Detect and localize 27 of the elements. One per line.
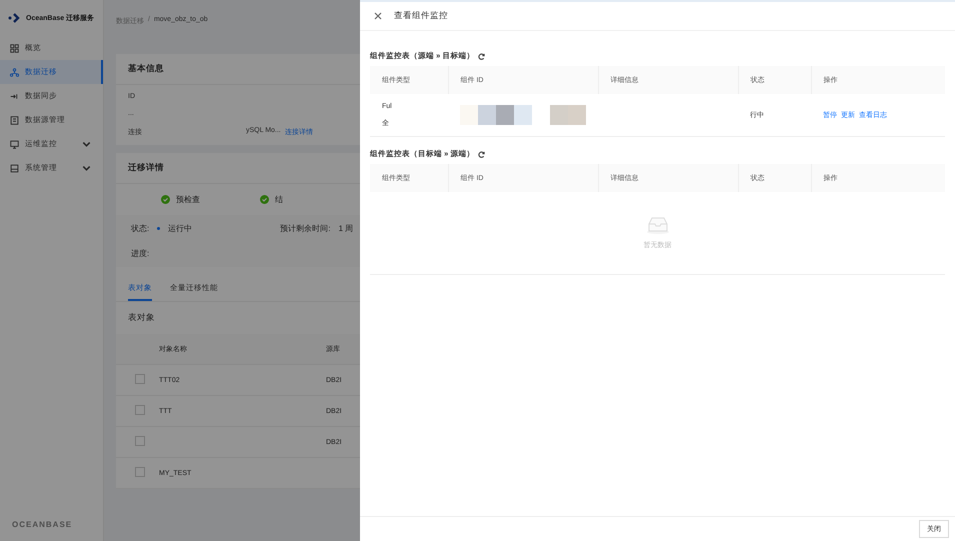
close-icon[interactable] [374,12,382,20]
drawer-title: 查看组件监控 [394,10,448,22]
row-checkbox[interactable] [135,467,145,477]
arrow-icon [10,92,19,100]
grid-icon [10,44,19,52]
row-checkbox[interactable] [135,405,145,415]
logo-icon [8,13,22,23]
status-label: 状态: [131,223,150,234]
document-icon [10,116,19,124]
step-label: 预检查 [176,194,200,205]
status-value: 运行中 [168,223,192,234]
step-label: 结 [275,194,283,205]
nodes-icon [10,68,19,76]
row-checkbox[interactable] [135,436,145,446]
row-checkbox[interactable] [135,374,145,384]
section-title: 表对象 [127,311,156,324]
refresh-icon[interactable] [478,52,486,60]
progress-label: 进度: [131,248,150,259]
modal-overlay[interactable] [0,0,360,541]
refresh-icon[interactable] [478,150,486,158]
time-label: 预计剩余时间: [280,223,330,234]
time-value: 1 周 [338,223,354,234]
monitor-icon [10,140,19,148]
panel-icon [10,164,19,172]
empty-inbox-icon [646,216,670,234]
footer-logo-text: OCEANBASE [11,519,74,531]
status-dot [157,227,160,230]
